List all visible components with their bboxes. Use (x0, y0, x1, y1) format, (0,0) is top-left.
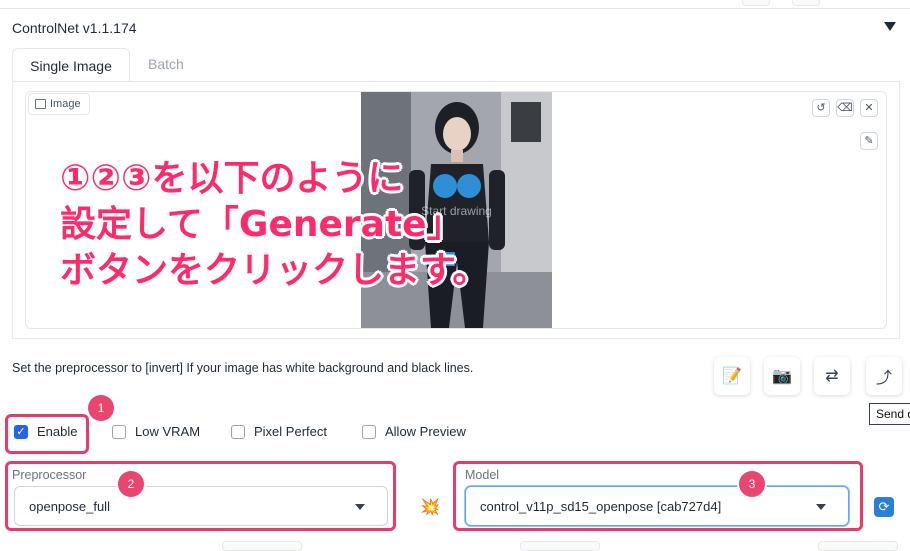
invert-hint-text: Set the preprocessor to [invert] If your… (12, 361, 474, 375)
top-button-stub[interactable] (792, 0, 820, 6)
eraser-icon[interactable]: ⌫ (836, 99, 854, 117)
image-label: Image (28, 93, 90, 115)
close-icon[interactable]: ✕ (860, 99, 878, 117)
brush-icon[interactable]: ✎ (860, 132, 878, 150)
bottom-control-stub[interactable] (520, 541, 600, 551)
tab-batch[interactable]: Batch (148, 56, 184, 72)
highlight-model (453, 461, 863, 531)
top-button-stub[interactable] (742, 0, 770, 6)
send-dimensions-tooltip: Send d (869, 403, 910, 425)
pixel-perfect-label: Pixel Perfect (254, 424, 327, 439)
checkbox-box[interactable] (231, 424, 245, 439)
allow-preview-label: Allow Preview (385, 424, 466, 439)
overlay-instruction-line3: ボタンをクリックします。 (60, 250, 489, 291)
allow-preview-checkbox[interactable]: Allow Preview (362, 424, 466, 439)
camera-icon[interactable]: 📷 (764, 357, 800, 395)
highlight-enable (5, 414, 89, 454)
swap-icon[interactable]: ⇄ (814, 357, 850, 395)
overlay-instruction-line1: ①②③を以下のように (60, 158, 404, 199)
checkbox-box[interactable] (112, 424, 126, 439)
tab-single-image[interactable]: Single Image (12, 48, 130, 82)
bottom-control-stub[interactable] (818, 541, 898, 551)
bottom-control-stub[interactable] (222, 541, 302, 551)
step-badge-1: 1 (88, 395, 114, 421)
undo-icon[interactable]: ↺ (812, 99, 830, 117)
checkbox-box[interactable] (362, 424, 376, 439)
top-strip (0, 0, 910, 9)
run-preprocessor-icon[interactable]: 💥 (414, 490, 446, 524)
collapse-triangle-icon[interactable] (884, 22, 896, 31)
send-dimensions-icon[interactable]: ⤴ (866, 357, 902, 395)
step-badge-3: 3 (739, 471, 765, 497)
refresh-models-icon[interactable]: ⟳ (874, 497, 894, 517)
low-vram-checkbox[interactable]: Low VRAM (112, 424, 200, 439)
overlay-instruction-line2: 設定して「Generate」 (60, 204, 463, 245)
low-vram-label: Low VRAM (135, 424, 201, 439)
pixel-perfect-checkbox[interactable]: Pixel Perfect (231, 424, 327, 439)
controlnet-title[interactable]: ControlNet v1.1.174 (12, 20, 137, 36)
step-badge-2: 2 (118, 471, 144, 497)
image-icon (35, 99, 46, 109)
highlight-preprocessor (5, 461, 396, 531)
image-label-text: Image (50, 98, 81, 110)
edit-icon[interactable]: 📝 (714, 357, 750, 395)
